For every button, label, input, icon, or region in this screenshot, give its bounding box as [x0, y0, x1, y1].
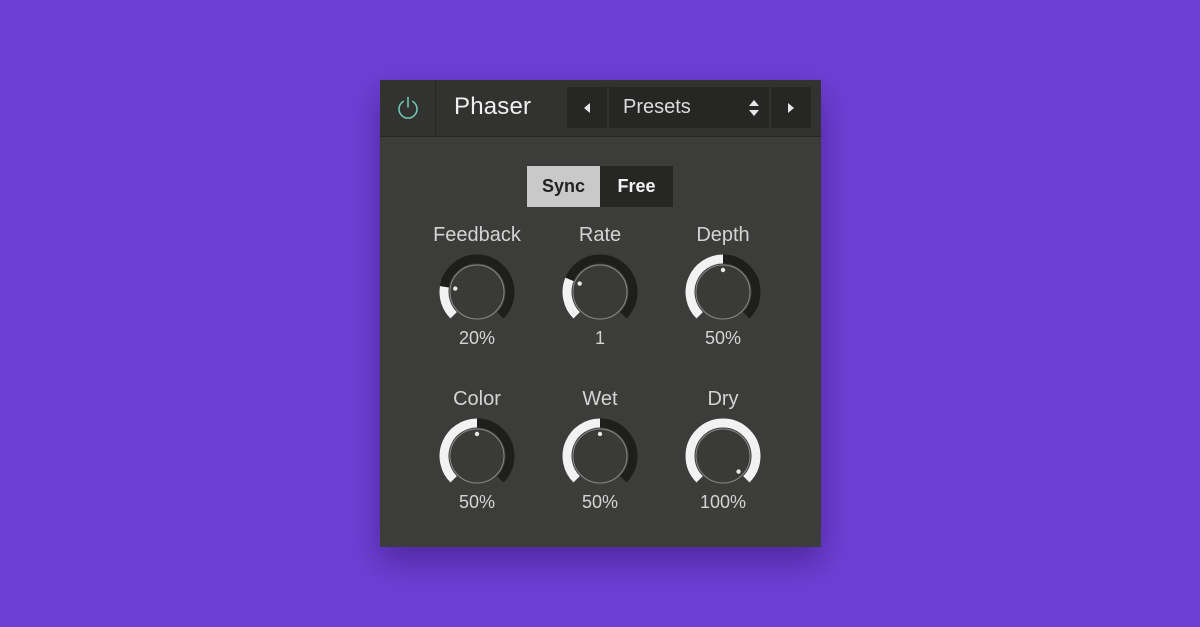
dry-label: Dry [707, 388, 739, 410]
knob-body [572, 428, 628, 484]
depth-knob[interactable] [685, 254, 761, 330]
wet-value: 50% [581, 492, 619, 512]
plugin-header: Phaser Presets [380, 80, 821, 137]
knob-body [449, 264, 505, 320]
feedback-label: Feedback [433, 224, 521, 246]
knob-body [449, 428, 505, 484]
dry-value: 100% [699, 492, 747, 512]
knob-indicator-dot [577, 281, 582, 286]
phaser-plugin-panel: Phaser Presets Sync Free Feedback 20% Ra… [380, 80, 821, 547]
power-icon [397, 96, 418, 119]
rate-value: 1 [594, 328, 605, 348]
sync-option[interactable]: Sync [527, 166, 600, 207]
free-option[interactable]: Free [600, 166, 673, 207]
wet-label: Wet [582, 388, 618, 410]
knob-body [572, 264, 628, 320]
presets-label: Presets [623, 96, 691, 118]
chevron-right-icon [788, 102, 794, 113]
color-value: 50% [458, 492, 496, 512]
feedback-knob[interactable] [439, 254, 515, 330]
feedback-value: 20% [458, 328, 496, 348]
rate-label: Rate [578, 224, 622, 246]
knob-indicator-dot [720, 267, 726, 273]
wet-knob[interactable] [562, 418, 638, 494]
dry-control: Dry 100% [658, 388, 788, 518]
updown-arrows-icon [749, 100, 759, 116]
dry-knob[interactable] [685, 418, 761, 494]
chevron-left-icon [584, 102, 590, 113]
next-preset-button[interactable] [771, 87, 811, 128]
previous-preset-button[interactable] [567, 87, 607, 128]
depth-value: 50% [704, 328, 742, 348]
rate-control: Rate 1 [535, 224, 665, 354]
wet-control: Wet 50% [535, 388, 665, 518]
rate-knob[interactable] [562, 254, 638, 330]
knob-indicator-dot [736, 469, 741, 474]
knob-body [695, 264, 751, 320]
feedback-control: Feedback 20% [412, 224, 542, 354]
knob-body [695, 428, 751, 484]
color-control: Color 50% [412, 388, 542, 518]
knob-indicator-dot [474, 431, 480, 437]
knob-indicator-dot [453, 286, 458, 291]
color-label: Color [453, 388, 501, 410]
power-button[interactable] [380, 80, 436, 136]
presets-dropdown[interactable]: Presets [609, 87, 769, 128]
plugin-title: Phaser [454, 93, 532, 120]
color-knob[interactable] [439, 418, 515, 494]
depth-label: Depth [696, 224, 750, 246]
knob-indicator-dot [597, 431, 603, 437]
sync-free-toggle: Sync Free [527, 166, 673, 207]
depth-control: Depth 50% [658, 224, 788, 354]
